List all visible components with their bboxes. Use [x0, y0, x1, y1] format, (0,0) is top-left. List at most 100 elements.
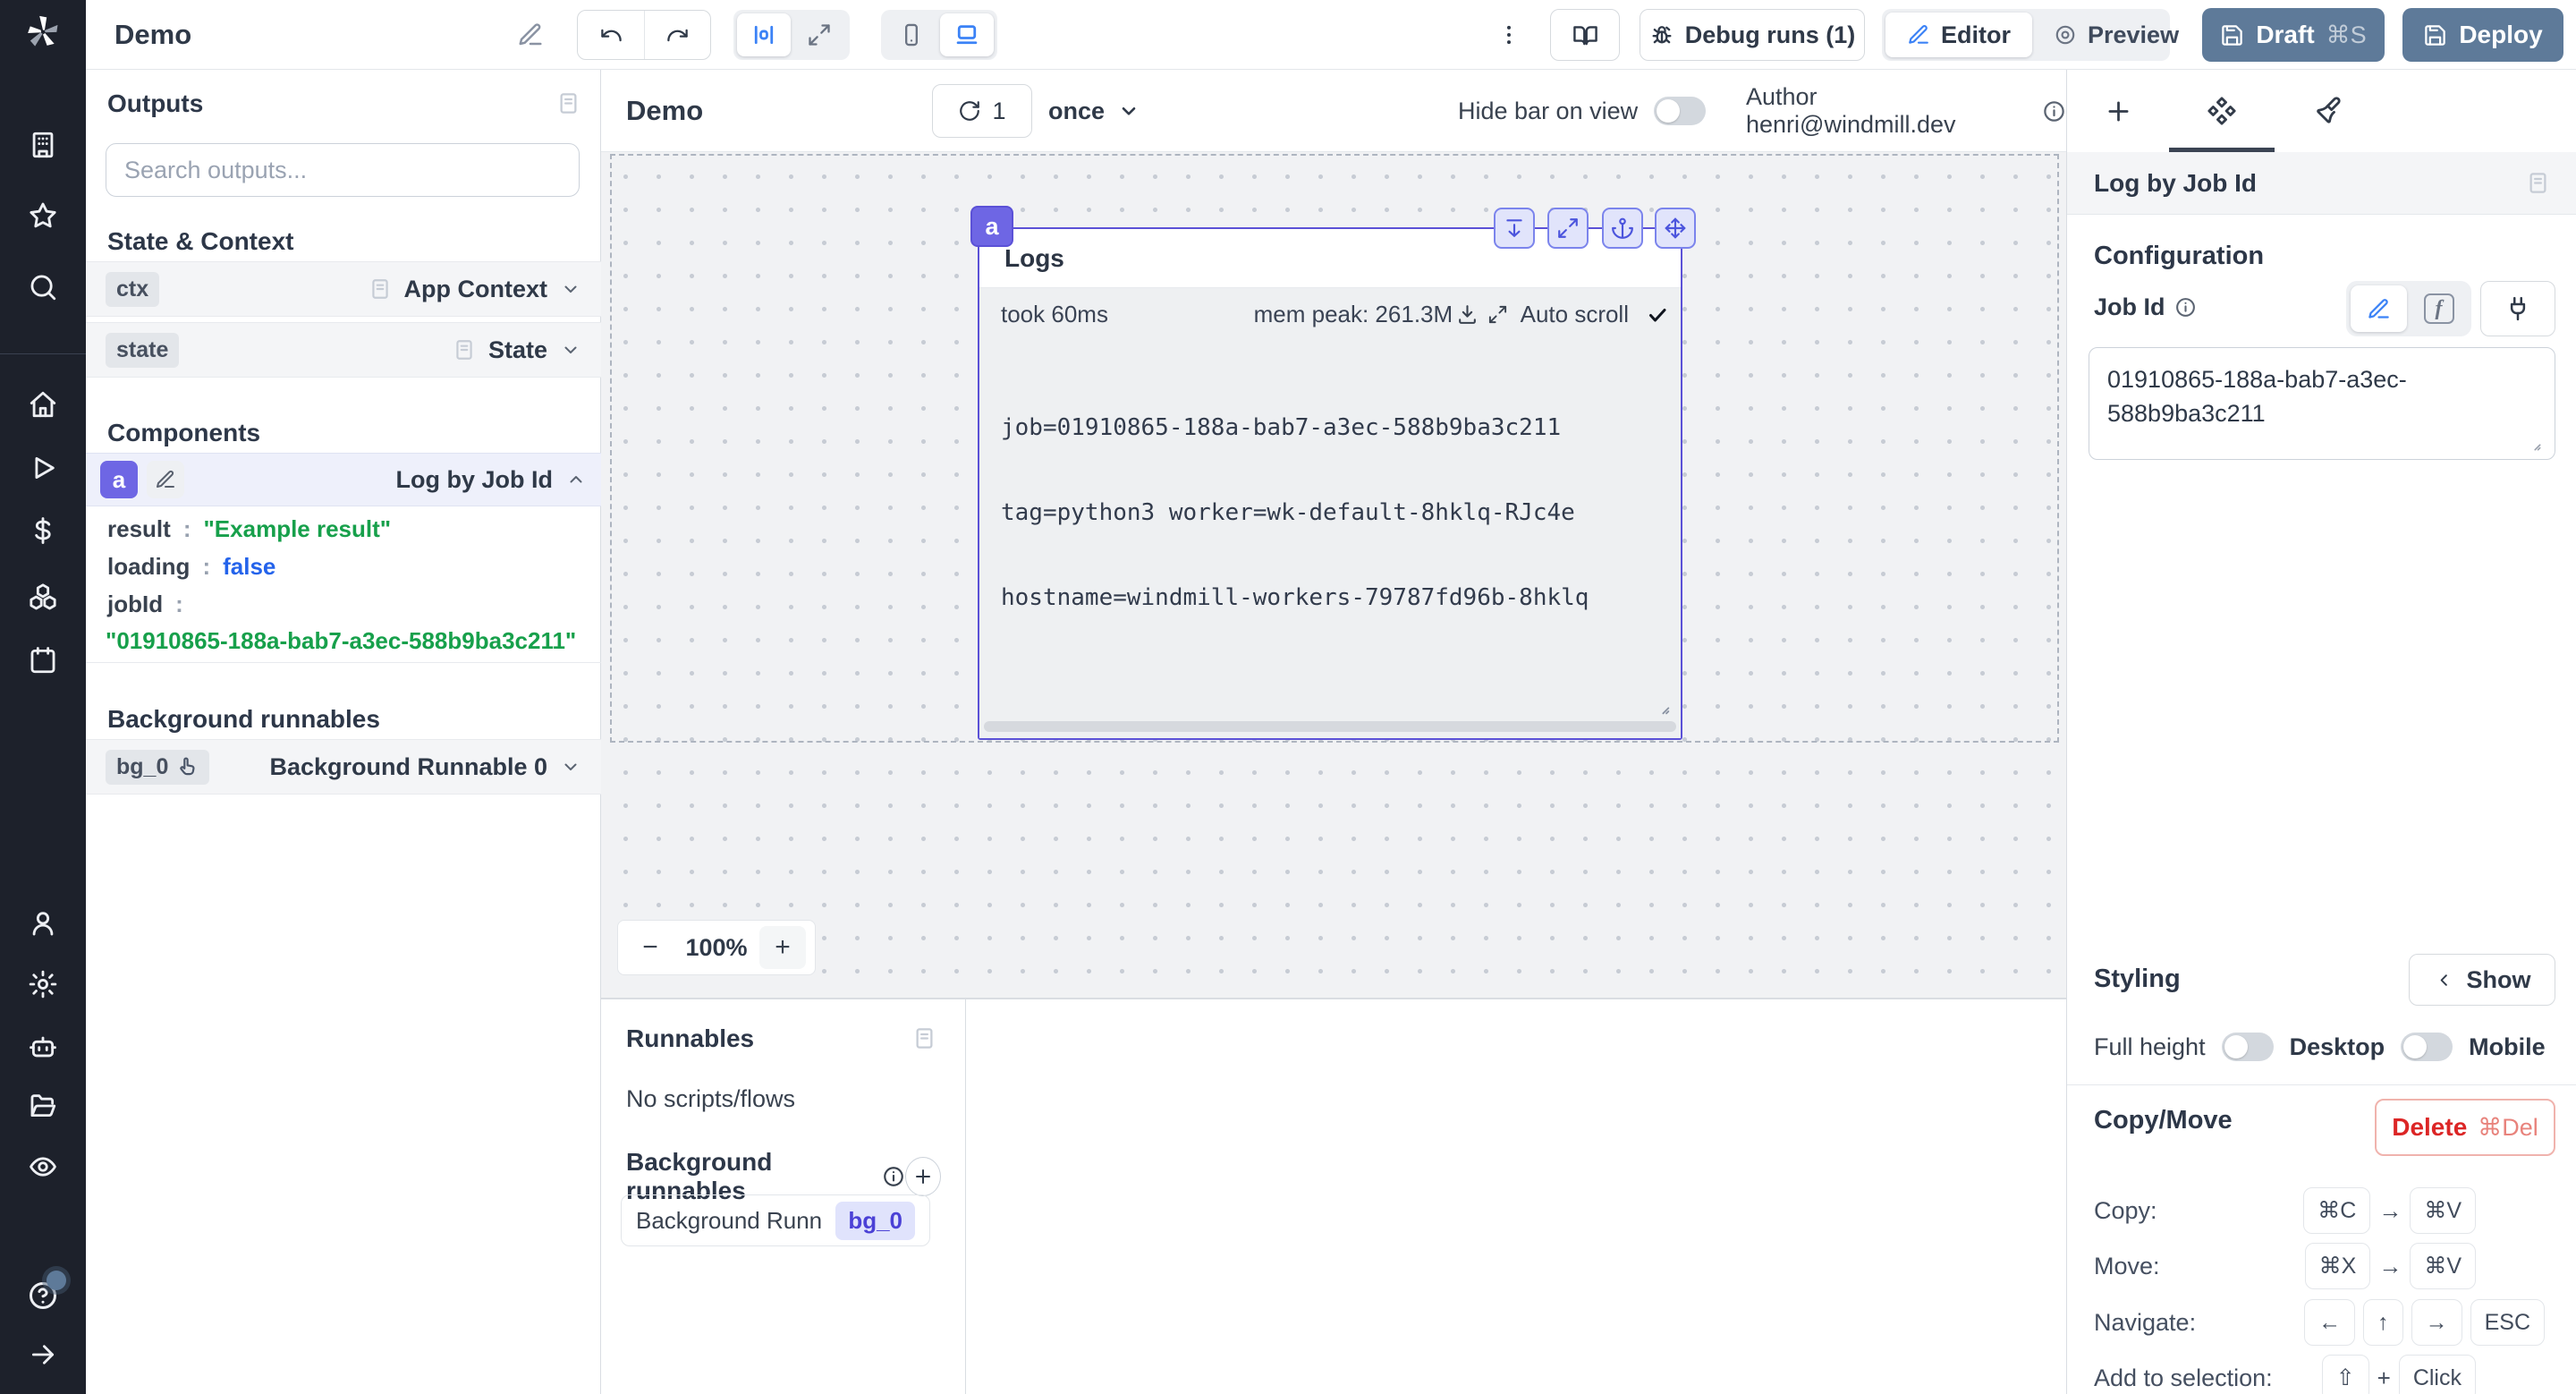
- workers-robot-icon[interactable]: [28, 1032, 58, 1062]
- desktop-view-button[interactable]: [940, 13, 994, 56]
- component-move-handle[interactable]: [1655, 208, 1696, 249]
- output-jobid-row[interactable]: jobId :: [107, 591, 183, 618]
- tab-preview[interactable]: Preview: [2032, 13, 2200, 57]
- download-logs-icon[interactable]: [1456, 303, 1479, 326]
- debug-runs-label: Debug runs (1): [1685, 21, 1856, 49]
- output-loading-row[interactable]: loading : false: [107, 553, 275, 581]
- chevron-down-icon: [560, 339, 581, 361]
- job-id-input[interactable]: 01910865-188a-bab7-a3ec-588b9ba3c211: [2089, 347, 2555, 460]
- refresh-count-button[interactable]: 1: [932, 84, 1032, 138]
- run-mode-value: once: [1048, 98, 1105, 125]
- component-expand-button[interactable]: [1547, 208, 1589, 249]
- styling-show-button[interactable]: Show: [2409, 954, 2555, 1006]
- undo-button[interactable]: [578, 11, 644, 59]
- windmill-logo-icon[interactable]: [22, 12, 64, 59]
- search-outputs-input[interactable]: [106, 143, 580, 197]
- static-value-pencil-button[interactable]: [2351, 285, 2407, 332]
- component-resize-handle[interactable]: [1652, 697, 1672, 717]
- tab-insert-plus-icon[interactable]: [2069, 70, 2167, 152]
- folders-icon[interactable]: [28, 1091, 58, 1121]
- bg-runnable-list-item[interactable]: Background Runna... bg_0: [621, 1194, 930, 1246]
- edit-title-pencil-icon[interactable]: [517, 21, 544, 48]
- tab-editor[interactable]: Editor: [1885, 13, 2032, 57]
- tab-component-settings-icon[interactable]: [2173, 70, 2271, 152]
- deploy-button[interactable]: Deploy: [2402, 8, 2563, 62]
- draft-label: Draft: [2256, 21, 2314, 49]
- kbd-arrow-left: ←: [2304, 1299, 2355, 1346]
- bg0-badge-label: bg_0: [116, 754, 168, 780]
- variables-dollar-icon[interactable]: [28, 515, 58, 546]
- component-doc-icon[interactable]: [2526, 171, 2550, 195]
- delete-component-button[interactable]: Delete ⌘Del: [2375, 1099, 2555, 1156]
- deploy-label: Deploy: [2459, 21, 2542, 49]
- component-row[interactable]: a Log by Job Id: [86, 453, 601, 506]
- component-id-badge[interactable]: a: [100, 461, 138, 498]
- selected-component-badge[interactable]: a: [970, 206, 1013, 247]
- user-icon[interactable]: [28, 908, 58, 939]
- output-jobid-value-row[interactable]: "01910865-188a-bab7-a3ec-588b9ba3c211": [106, 627, 576, 655]
- info-icon[interactable]: [2042, 99, 2066, 123]
- kbd-click: Click: [2399, 1355, 2476, 1394]
- more-options-kebab-icon[interactable]: [1496, 22, 1521, 54]
- runs-play-icon[interactable]: [28, 453, 58, 483]
- delete-label: Delete: [2392, 1113, 2467, 1142]
- schedules-calendar-icon[interactable]: [28, 645, 58, 676]
- info-icon[interactable]: [882, 1165, 905, 1188]
- move-keys: ⌘X → ⌘V: [2305, 1243, 2476, 1289]
- zoom-in-button[interactable]: +: [759, 926, 806, 969]
- autoscroll-label: Auto scroll: [1521, 301, 1629, 328]
- output-result-row[interactable]: result : "Example result": [107, 515, 391, 543]
- component-anchor-button[interactable]: [1602, 208, 1643, 249]
- add-bg-runnable-button[interactable]: [905, 1157, 941, 1196]
- hide-bar-toggle[interactable]: [1654, 97, 1706, 125]
- autoscroll-checkbox[interactable]: [1647, 304, 1668, 326]
- outputs-doc-icon[interactable]: [556, 91, 580, 115]
- app-canvas[interactable]: a Logs took 60ms mem peak: 261.3MB: [601, 152, 2066, 998]
- log-viewer[interactable]: took 60ms mem peak: 261.3MB Auto scroll: [979, 288, 1681, 738]
- add-selection-label: Add to selection:: [2094, 1364, 2273, 1392]
- preview-label: Preview: [2088, 21, 2179, 49]
- kbd-cmd-v: ⌘V: [2410, 1187, 2476, 1234]
- resources-boxes-icon[interactable]: [28, 582, 58, 612]
- expression-f-button[interactable]: f: [2411, 285, 2467, 332]
- textarea-resize-handle[interactable]: [2525, 435, 2543, 453]
- ctx-row[interactable]: ctx App Context: [86, 261, 601, 317]
- outputs-heading: Outputs: [107, 89, 203, 118]
- component-fill-height-button[interactable]: [1494, 208, 1535, 249]
- tab-styling-brush-icon[interactable]: [2277, 70, 2376, 152]
- chevron-up-icon: [565, 469, 587, 490]
- search-icon[interactable]: [28, 272, 58, 302]
- desktop-toggle[interactable]: [2401, 1033, 2453, 1061]
- info-icon[interactable]: [2174, 296, 2197, 319]
- home-icon[interactable]: [28, 389, 58, 420]
- runnables-doc-icon[interactable]: [912, 1026, 936, 1050]
- full-width-layout-button[interactable]: [792, 13, 846, 56]
- rename-component-pencil-icon[interactable]: [147, 461, 184, 498]
- chevron-left-icon: [2434, 970, 2454, 990]
- redo-button[interactable]: [644, 11, 710, 59]
- zoom-out-button[interactable]: −: [627, 926, 674, 969]
- workspace-building-icon[interactable]: [28, 130, 58, 160]
- save-icon: [2220, 23, 2244, 47]
- layout-toggles-row: Full height Desktop Mobile: [2094, 1029, 2546, 1065]
- settings-gear-icon[interactable]: [28, 969, 58, 999]
- log-component[interactable]: Logs took 60ms mem peak: 261.3MB Auto sc…: [978, 227, 1682, 740]
- bg0-badge[interactable]: bg_0: [106, 750, 209, 785]
- bg-runnable-row[interactable]: bg_0 Background Runnable 0: [86, 739, 601, 795]
- mobile-view-button[interactable]: [885, 13, 938, 56]
- expand-logs-icon[interactable]: [1487, 304, 1508, 325]
- audit-eye-icon[interactable]: [28, 1152, 58, 1182]
- mobile-label: Mobile: [2469, 1033, 2546, 1061]
- log-horizontal-scrollbar[interactable]: [984, 721, 1676, 732]
- full-height-toggle[interactable]: [2222, 1033, 2274, 1061]
- centered-layout-button[interactable]: [737, 13, 791, 56]
- debug-runs-button[interactable]: Debug runs (1): [1640, 9, 1865, 61]
- state-row[interactable]: state State: [86, 322, 601, 378]
- favorites-star-icon[interactable]: [28, 200, 58, 231]
- draft-button[interactable]: Draft ⌘S: [2202, 8, 2385, 62]
- refresh-count: 1: [992, 98, 1005, 125]
- expand-rail-arrow-icon[interactable]: [28, 1339, 58, 1370]
- connect-plug-button[interactable]: [2480, 281, 2555, 336]
- docs-book-button[interactable]: [1550, 9, 1620, 61]
- run-mode-dropdown[interactable]: once: [1048, 70, 1140, 152]
